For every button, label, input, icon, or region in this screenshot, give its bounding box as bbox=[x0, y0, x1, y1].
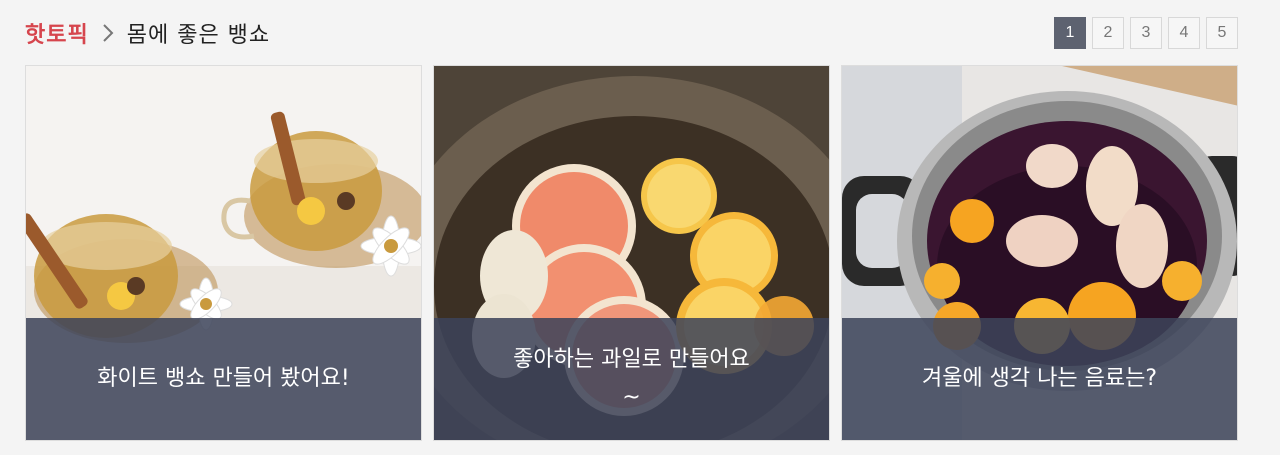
card-caption-text: 화이트 뱅쇼 만들어 봤어요! bbox=[97, 366, 350, 391]
topic-card[interactable]: 겨울에 생각 나는 음료는? bbox=[841, 65, 1238, 441]
page-button-5[interactable]: 5 bbox=[1206, 17, 1238, 49]
pagination: 1 2 3 4 5 bbox=[1054, 17, 1238, 49]
card-caption[interactable]: 화이트 뱅쇼 만들어 봤어요! bbox=[26, 318, 421, 440]
page-button-1[interactable]: 1 bbox=[1054, 17, 1086, 49]
card-caption-text: 좋아하는 과일로 만들어요~ bbox=[513, 347, 750, 410]
page-button-3[interactable]: 3 bbox=[1130, 17, 1162, 49]
page-button-2[interactable]: 2 bbox=[1092, 17, 1124, 49]
chevron-right-icon bbox=[99, 14, 117, 52]
page-button-4[interactable]: 4 bbox=[1168, 17, 1200, 49]
topic-card[interactable]: 좋아하는 과일로 만들어요~ bbox=[433, 65, 830, 441]
topic-card[interactable]: 화이트 뱅쇼 만들어 봤어요! bbox=[25, 65, 422, 441]
hot-topic-label[interactable]: 핫토픽 bbox=[25, 17, 89, 49]
topic-header: 핫토픽 몸에 좋은 뱅쇼 bbox=[25, 14, 270, 52]
card-caption-text: 겨울에 생각 나는 음료는? bbox=[921, 366, 1158, 391]
breadcrumb-title: 몸에 좋은 뱅쇼 bbox=[126, 23, 271, 48]
card-caption[interactable]: 겨울에 생각 나는 음료는? bbox=[842, 318, 1237, 440]
card-caption[interactable]: 좋아하는 과일로 만들어요~ bbox=[434, 318, 829, 440]
